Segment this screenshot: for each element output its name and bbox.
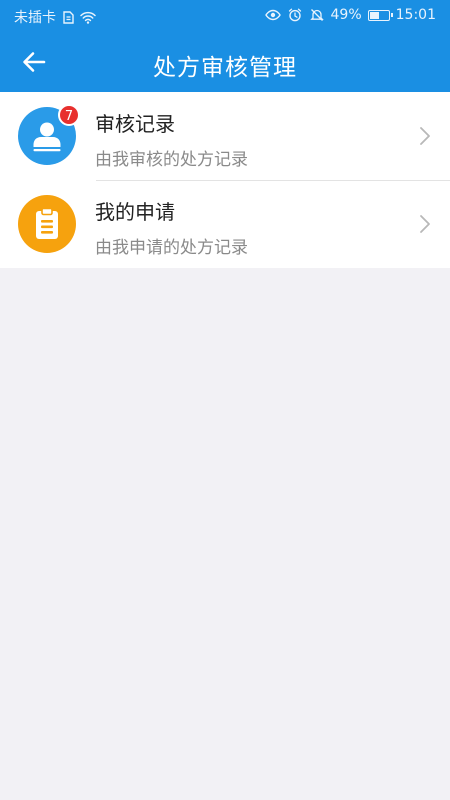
navigation-bar: 处方审核管理: [0, 32, 450, 92]
eye-icon: [264, 7, 281, 23]
menu-list: 7 审核记录 由我审核的处方记录 我的申请 由我申请的处方记录: [0, 92, 450, 268]
alarm-icon: [287, 7, 303, 23]
status-right: 49% 15:01: [264, 7, 436, 23]
mute-icon: [309, 7, 325, 23]
list-item-title: 审核记录: [95, 112, 175, 136]
chevron-right-icon: [420, 215, 430, 233]
user-icon: [33, 122, 61, 152]
chevron-right-icon: [420, 127, 430, 145]
clock: 15:01: [395, 7, 436, 23]
status-bar: 未插卡 49% 15:01: [0, 0, 450, 32]
list-item-my-applications[interactable]: 我的申请 由我申请的处方记录: [0, 180, 450, 268]
battery-icon: [367, 9, 393, 21]
wifi-icon: [80, 9, 96, 25]
list-item-review-records[interactable]: 7 审核记录 由我审核的处方记录: [0, 92, 450, 180]
battery-percent: 49%: [330, 7, 362, 23]
page-title: 处方审核管理: [153, 55, 297, 81]
status-left: 未插卡: [14, 7, 96, 27]
sim-icon: [60, 9, 76, 25]
clipboard-icon: [36, 207, 58, 239]
app-header: 未插卡 49% 15:01 处方审核管理: [0, 0, 450, 92]
carrier-label: 未插卡: [14, 10, 56, 26]
notification-badge: 7: [58, 104, 80, 126]
list-item-subtitle: 由我审核的处方记录: [95, 150, 248, 170]
list-item-subtitle: 由我申请的处方记录: [95, 238, 248, 258]
list-item-title: 我的申请: [95, 200, 175, 224]
avatar: [18, 195, 76, 253]
